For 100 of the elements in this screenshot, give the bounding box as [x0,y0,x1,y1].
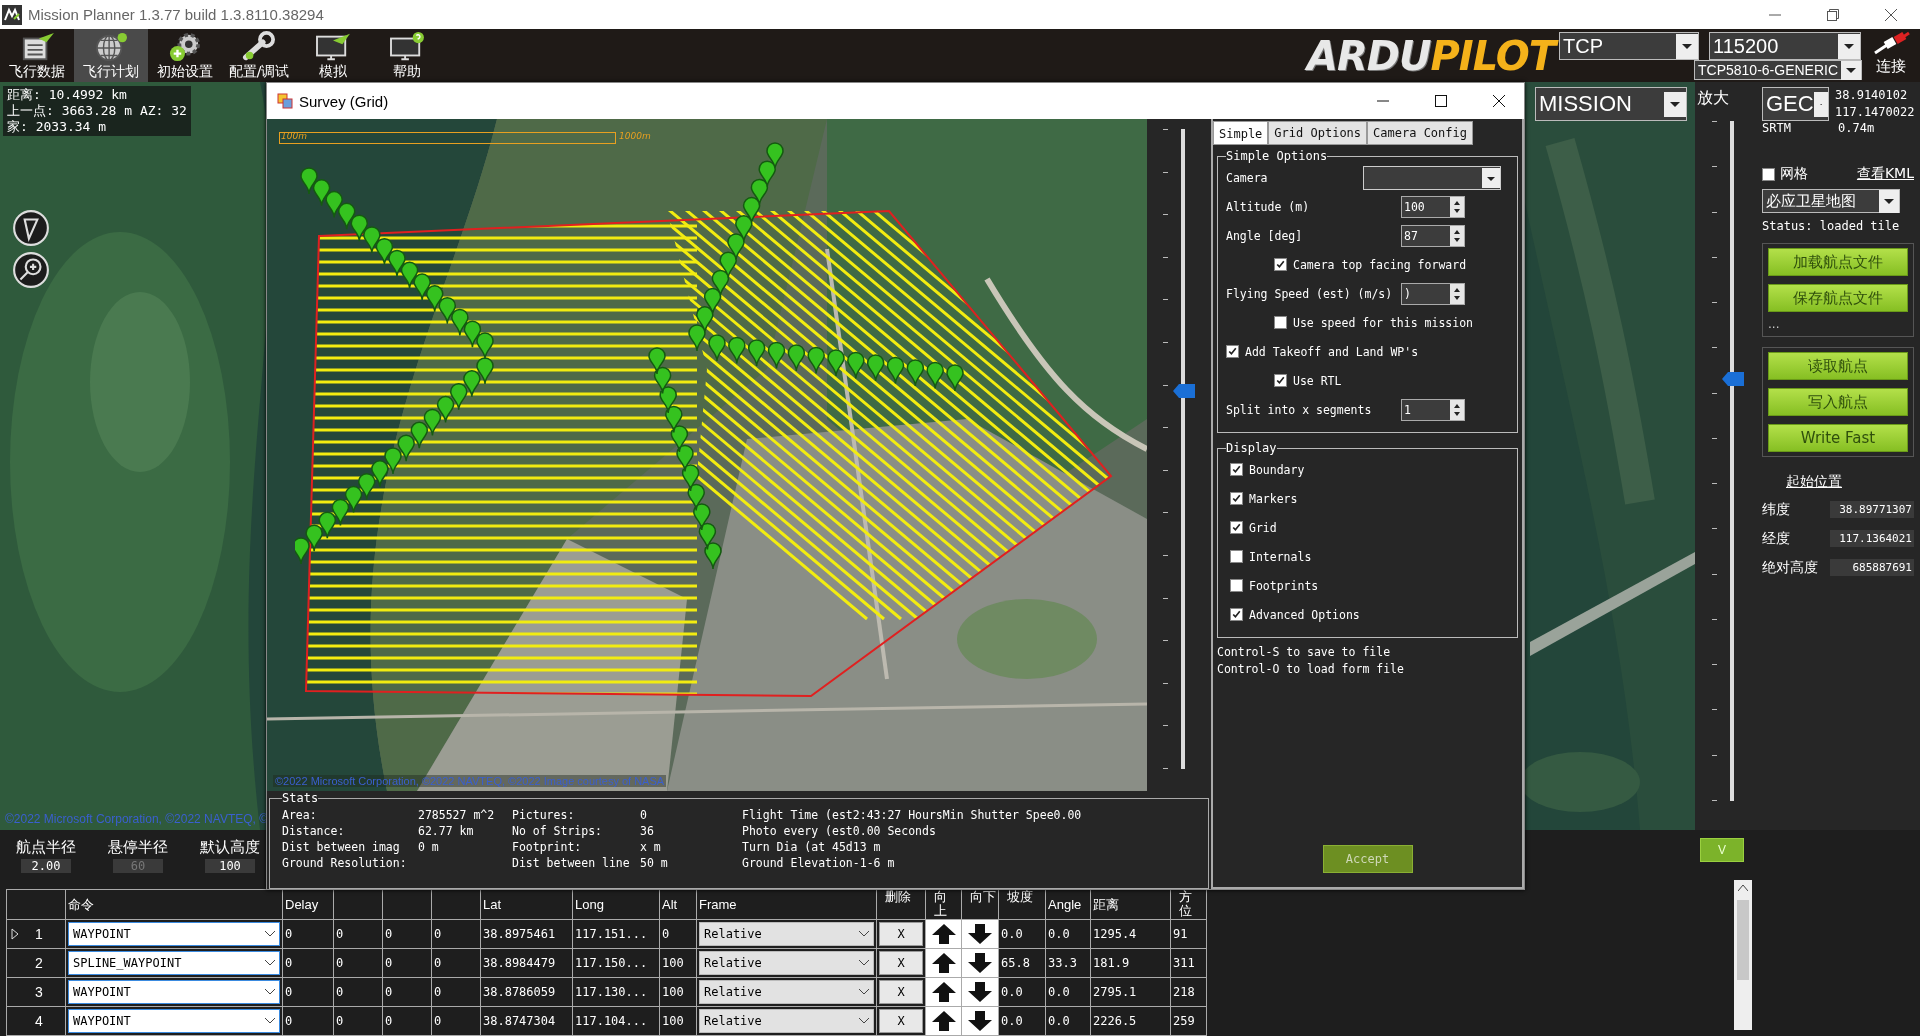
toolbar-button[interactable]: 帮助 [370,29,444,82]
port-dropdown[interactable]: TCP5810-6-GENERIC [1694,60,1862,80]
table-cell: 0 [432,1007,481,1036]
restore-icon[interactable] [1826,7,1840,22]
command-dropdown[interactable]: WAYPOINT [68,980,280,1004]
table-cell: 0 [283,978,334,1007]
stat-value: 0 m [418,839,439,855]
coordinate-field[interactable]: 38.89771307 [1830,501,1914,518]
file-button[interactable]: 加载航点文件 [1768,248,1908,276]
coordinate-field[interactable]: 685887691 [1830,559,1914,576]
table-cell: 0 [283,1007,334,1036]
table-cell: 0.0 [999,978,1046,1007]
table-cell: 0 [660,920,697,949]
command-dropdown[interactable]: Relative [699,951,874,975]
connect-button[interactable]: 连接 [1862,29,1920,82]
longitude-text: 117.1470022 [1835,104,1915,121]
table-cell: 0 [432,978,481,1007]
field-label: 悬停半径 [108,838,168,857]
field-label: 默认高度 [200,838,260,857]
coordinate-field[interactable]: 117.1364021 [1830,530,1914,547]
checkbox-label: 网格 [1780,165,1808,183]
column-header: Lat [481,890,573,920]
table-cell: 0 [383,1007,432,1036]
table-cell: 0 [383,978,432,1007]
coordinate-dropdown[interactable]: GEC [1762,87,1829,121]
map-type-dropdown[interactable]: 必应卫星地图 [1762,189,1900,213]
table-cell: 38.8984479 [481,949,573,978]
arrow-down-icon[interactable] [967,923,993,945]
table-cell: 0 [334,949,383,978]
mission-button[interactable]: 写入航点 [1768,388,1908,416]
toolbar-button[interactable]: 模拟 [296,29,370,82]
table-cell: 2226.5 [1091,1007,1171,1036]
command-dropdown[interactable]: Relative [699,980,874,1004]
delete-button[interactable]: X [879,951,923,975]
table-cell: 311 [1171,949,1207,978]
table-cell: 38.8975461 [481,920,573,949]
number-field[interactable]: 100 [205,859,255,873]
table-cell: 0 [432,949,481,978]
scrollbar[interactable] [1734,880,1752,1030]
table-cell: 218 [1171,978,1207,1007]
delete-button[interactable]: X [879,922,923,946]
table-cell: 117.130... [573,978,660,1007]
toolbar-button[interactable]: 飞行数据 [0,29,74,82]
stat-label: Ground Elevation [742,855,853,871]
home-position-link[interactable]: 起始位置 [1786,473,1914,491]
file-button[interactable]: 保存航点文件 [1768,284,1908,312]
table-cell: 0.0 [1046,920,1091,949]
checkbox[interactable] [1762,167,1775,181]
table-cell: 38.8786059 [481,978,573,1007]
stat-value: 50 m [640,855,668,871]
row-number[interactable]: 1 [35,926,43,942]
arrow-up-icon[interactable] [930,923,957,945]
connection-type-dropdown[interactable]: TCP [1559,32,1699,60]
scroll-up-icon[interactable] [1738,884,1748,892]
table-cell: 0 [383,920,432,949]
toolbar-button[interactable]: 配置/调试 [222,29,296,82]
command-dropdown[interactable]: WAYPOINT [68,922,280,946]
command-dropdown[interactable]: Relative [699,922,874,946]
command-dropdown[interactable]: SPLINE_WAYPOINT [68,951,280,975]
table-cell: 259 [1171,1007,1207,1036]
mission-button[interactable]: 读取航点 [1768,352,1908,380]
column-header: 方位 [1171,890,1207,920]
column-header: 命令 [66,890,283,920]
row-number[interactable]: 4 [35,1013,43,1029]
table-cell: 0.0 [1046,1007,1091,1036]
stat-value: x m [640,839,661,855]
toolbar-button[interactable]: 飞行计划 [74,29,148,82]
stat-label: Dist between line [512,855,631,871]
table-cell: 1295.4 [1091,920,1171,949]
arrow-down-icon[interactable] [967,952,993,974]
column-header: 距离 [1091,890,1171,920]
arrow-down-icon[interactable] [967,981,993,1003]
baud-rate-dropdown[interactable]: 115200 [1709,32,1861,60]
delete-button[interactable]: X [879,1009,923,1033]
arrow-up-icon[interactable] [930,952,957,974]
row-number[interactable]: 2 [35,955,43,971]
table-cell: 0 [283,949,334,978]
column-header: Delay [283,890,334,920]
delete-button[interactable]: X [879,980,923,1004]
arrow-up-icon[interactable] [930,1010,957,1032]
table-cell: 100 [660,949,697,978]
toolbar-button[interactable]: 初始设置 [148,29,222,82]
row-number[interactable]: 3 [35,984,43,1000]
number-field[interactable]: 2.00 [21,859,71,873]
stat-label: Footprint: [512,839,583,855]
arrow-down-icon[interactable] [967,1010,993,1032]
command-dropdown[interactable]: Relative [699,1009,874,1033]
close-icon[interactable] [1884,7,1898,22]
stat-label: Ground Resolution: [282,855,408,871]
kml-link[interactable]: 查看KML [1856,165,1914,183]
table-cell: 2795.1 [1091,978,1171,1007]
table-cell: 91 [1171,920,1207,949]
command-dropdown[interactable]: WAYPOINT [68,1009,280,1033]
table-cell: 117.150... [573,949,660,978]
mission-button[interactable]: Write Fast [1768,424,1908,452]
table-cell: 100 [660,1007,697,1036]
slider-thumb[interactable] [1721,372,1744,387]
table-cell: 65.8 [999,949,1046,978]
table-cell: 0 [432,920,481,949]
arrow-up-icon[interactable] [930,981,957,1003]
